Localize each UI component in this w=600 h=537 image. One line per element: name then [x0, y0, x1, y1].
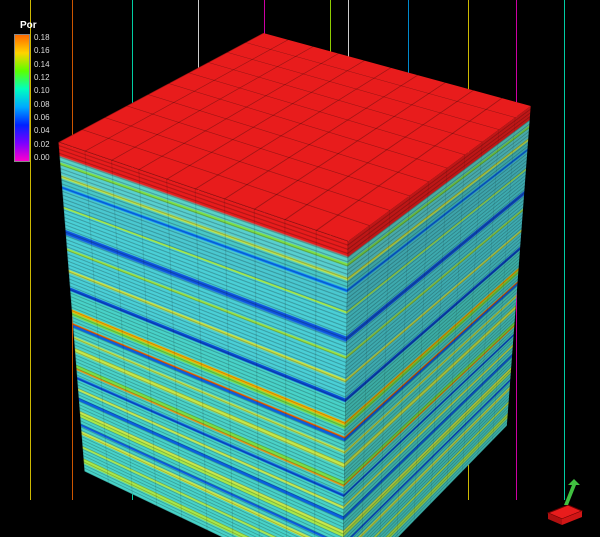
legend-tick: 0.04	[34, 127, 50, 135]
orientation-triad[interactable]	[538, 475, 590, 527]
triad-icon	[538, 475, 590, 527]
legend-tick: 0.14	[34, 61, 50, 69]
legend-tick: 0.08	[34, 101, 50, 109]
legend-tick: 0.18	[34, 34, 50, 42]
legend-tick: 0.12	[34, 74, 50, 82]
legend-tick: 0.06	[34, 114, 50, 122]
scene[interactable]	[169, 111, 445, 481]
3d-viewport[interactable]	[0, 0, 600, 537]
property-cube[interactable]	[169, 111, 445, 481]
legend-gradient-bar	[14, 34, 30, 162]
color-scale-legend: Por 0.18 0.16 0.14 0.12 0.10 0.08 0.06 0.04 0.02…	[14, 20, 72, 162]
legend-body: 0.18 0.16 0.14 0.12 0.10 0.08 0.06 0.04 0.02 0.00	[14, 34, 72, 162]
legend-title: Por	[14, 20, 72, 31]
legend-tick: 0.16	[34, 47, 50, 55]
legend-ticks: 0.18 0.16 0.14 0.12 0.10 0.08 0.06 0.04 0.02 0.00	[30, 34, 50, 162]
legend-tick: 0.10	[34, 87, 50, 95]
legend-tick: 0.00	[34, 154, 50, 162]
legend-tick: 0.02	[34, 141, 50, 149]
well-line	[564, 0, 565, 500]
